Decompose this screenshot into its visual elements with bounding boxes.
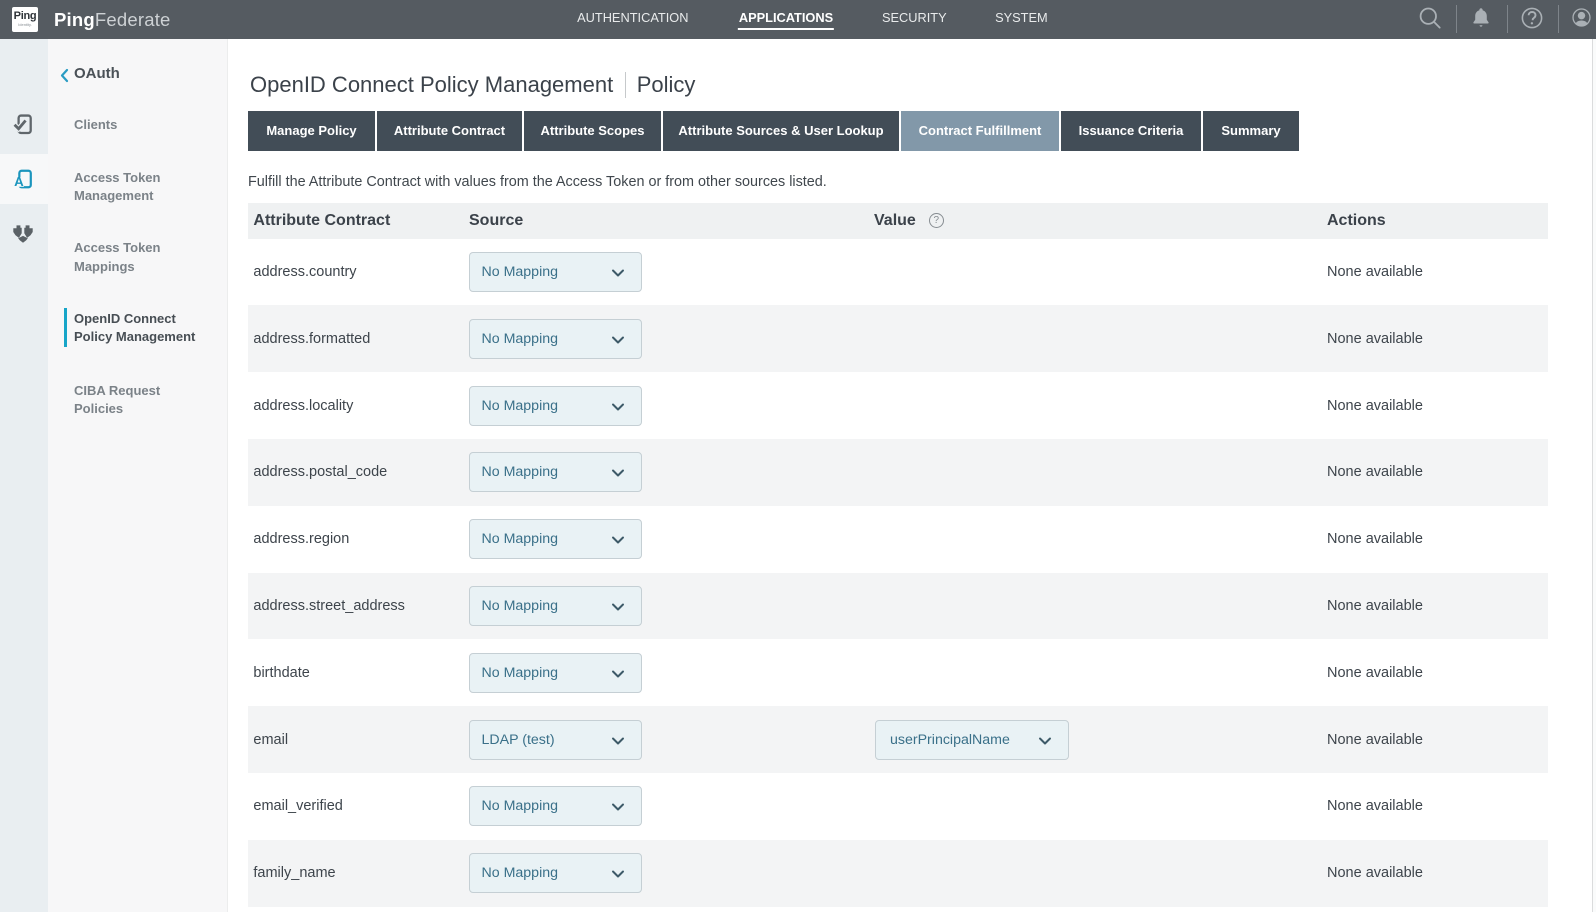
svg-text:A: A xyxy=(14,174,24,189)
